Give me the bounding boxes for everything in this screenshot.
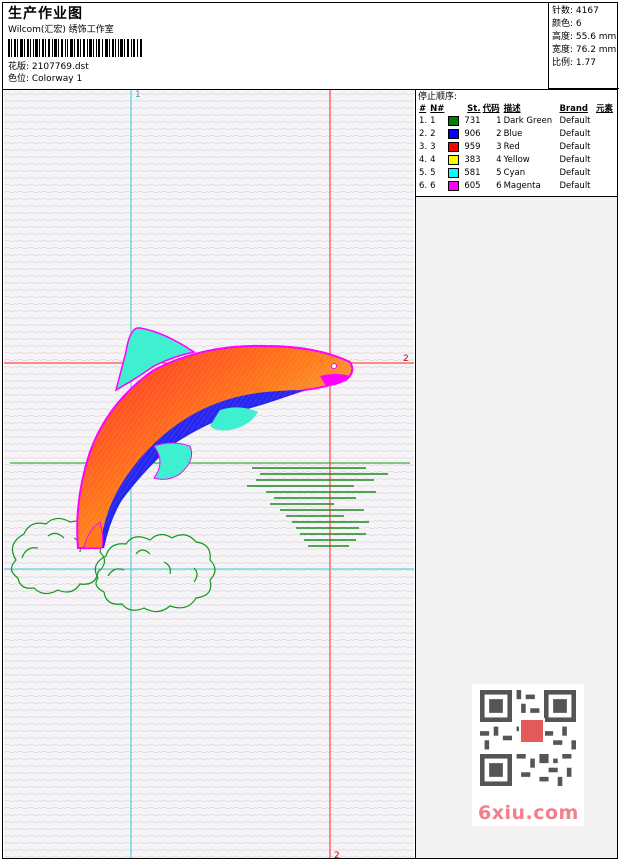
stop-index: 3. — [419, 142, 428, 152]
design-file-label: 花版: 2107769.dst — [8, 62, 89, 72]
qr-code-watermark: 6xiu.com — [472, 684, 584, 826]
stitch-count: 581 — [464, 168, 481, 178]
needle-number: 2 — [430, 129, 436, 139]
embroidery-preview: 1 2 2 — [4, 90, 414, 861]
stop-row: 1. 1 731 1 Dark Green Default — [418, 115, 616, 128]
colorway-label: 色位: Colorway 1 — [8, 74, 83, 84]
stop-index: 6. — [419, 181, 428, 191]
color-swatch — [447, 141, 461, 154]
needle-number: 5 — [430, 168, 436, 178]
barcode-image — [8, 39, 142, 57]
header-brand: Brand — [559, 104, 588, 114]
thread-color-swatch — [448, 115, 460, 126]
stitch-count: 针数: 4167 — [552, 6, 599, 16]
needle-number: 1 — [430, 116, 436, 126]
header-stitches: St. — [467, 104, 481, 114]
stop-row: 6. 6 605 6 Magenta Default — [418, 180, 616, 193]
color-description: Yellow — [503, 155, 530, 165]
qr-center-logo — [519, 718, 545, 744]
needle-number: 3 — [430, 142, 436, 152]
color-description: Red — [503, 142, 520, 152]
stop-row: 4. 4 383 4 Yellow Default — [418, 154, 616, 167]
stitch-count: 959 — [464, 142, 481, 152]
stop-index: 4. — [419, 155, 428, 165]
page-title: 生产作业图 — [8, 6, 83, 22]
color-count: 颜色: 6 — [552, 19, 582, 29]
color-description: Magenta — [503, 181, 541, 191]
stop-index: 5. — [419, 168, 428, 178]
color-description: Dark Green — [503, 116, 553, 126]
element-cell — [595, 115, 616, 128]
stitch-count: 731 — [464, 116, 481, 126]
element-cell — [595, 180, 616, 193]
thread-color-swatch — [448, 154, 460, 165]
production-worksheet: 生产作业图 Wilcom(汇宏) 绣饰工作室 花版: 2107769.dst 色… — [2, 2, 619, 861]
thread-color-swatch — [448, 180, 460, 191]
element-cell — [595, 154, 616, 167]
table-header-row: # N# St. 代码 描述 Brand 元素 — [418, 103, 616, 115]
thread-brand: Default — [559, 142, 591, 152]
thread-brand: Default — [559, 116, 591, 126]
guide-label-h2: 2 — [403, 354, 409, 364]
stitch-count: 383 — [464, 155, 481, 165]
stop-row: 2. 2 906 2 Blue Default — [418, 128, 616, 141]
company-subtitle: Wilcom(汇宏) 绣饰工作室 — [8, 25, 114, 35]
element-cell — [595, 128, 616, 141]
thread-brand: Default — [559, 129, 591, 139]
stop-index: 2. — [419, 129, 428, 139]
stitch-count: 906 — [464, 129, 481, 139]
guide-label-v1: 1 — [135, 90, 141, 100]
color-code: 1 — [496, 116, 502, 126]
design-stats-box: 针数: 4167 颜色: 6 高度: 55.6 mm 宽度: 76.2 mm 比… — [548, 3, 619, 89]
color-swatch — [447, 154, 461, 167]
color-code: 6 — [496, 181, 502, 191]
color-code: 5 — [496, 168, 502, 178]
needle-number: 6 — [430, 181, 436, 191]
stop-sequence-panel: 停止顺序: # N# St. 代码 描述 Brand 元素 1. 1 731 1 Dar… — [416, 90, 617, 858]
design-width: 宽度: 76.2 mm — [552, 45, 617, 55]
thread-brand: Default — [559, 181, 591, 191]
design-preview-canvas: 1 2 2 — [4, 90, 414, 861]
stitch-count: 605 — [464, 181, 481, 191]
element-cell — [595, 141, 616, 154]
color-code: 2 — [496, 129, 502, 139]
header: 生产作业图 Wilcom(汇宏) 绣饰工作室 花版: 2107769.dst 色… — [8, 6, 408, 85]
header-needle: N# — [430, 104, 445, 114]
thread-color-swatch — [448, 128, 460, 139]
stop-index: 1. — [419, 116, 428, 126]
element-cell — [595, 167, 616, 180]
thread-color-swatch — [448, 167, 460, 178]
stop-sequence-table-wrap: 停止顺序: # N# St. 代码 描述 Brand 元素 1. 1 731 1 Dar… — [416, 90, 617, 197]
color-code: 3 — [496, 142, 502, 152]
color-swatch — [447, 180, 461, 193]
stop-sequence-table: # N# St. 代码 描述 Brand 元素 1. 1 731 1 Dark Gree… — [418, 103, 616, 193]
header-index: # — [419, 104, 427, 114]
thread-color-swatch — [448, 141, 460, 152]
header-code: 代码 — [482, 104, 500, 114]
header-description: 描述 — [503, 104, 521, 114]
design-height: 高度: 55.6 mm — [552, 32, 617, 42]
stop-row: 3. 3 959 3 Red Default — [418, 141, 616, 154]
color-description: Cyan — [503, 168, 526, 178]
site-watermark: 6xiu.com — [478, 802, 579, 824]
color-swatch — [447, 167, 461, 180]
stop-row: 5. 5 581 5 Cyan Default — [418, 167, 616, 180]
fish-eye — [331, 363, 337, 369]
thread-brand: Default — [559, 168, 591, 178]
design-scale: 比例: 1.77 — [552, 58, 596, 68]
header-element: 元素 — [595, 104, 613, 114]
color-description: Blue — [503, 129, 523, 139]
color-swatch — [447, 128, 461, 141]
color-code: 4 — [496, 155, 502, 165]
thread-brand: Default — [559, 155, 591, 165]
color-swatch — [447, 115, 461, 128]
guide-label-v2: 2 — [334, 851, 340, 858]
needle-number: 4 — [430, 155, 436, 165]
stop-sequence-title: 停止顺序: — [418, 92, 458, 102]
